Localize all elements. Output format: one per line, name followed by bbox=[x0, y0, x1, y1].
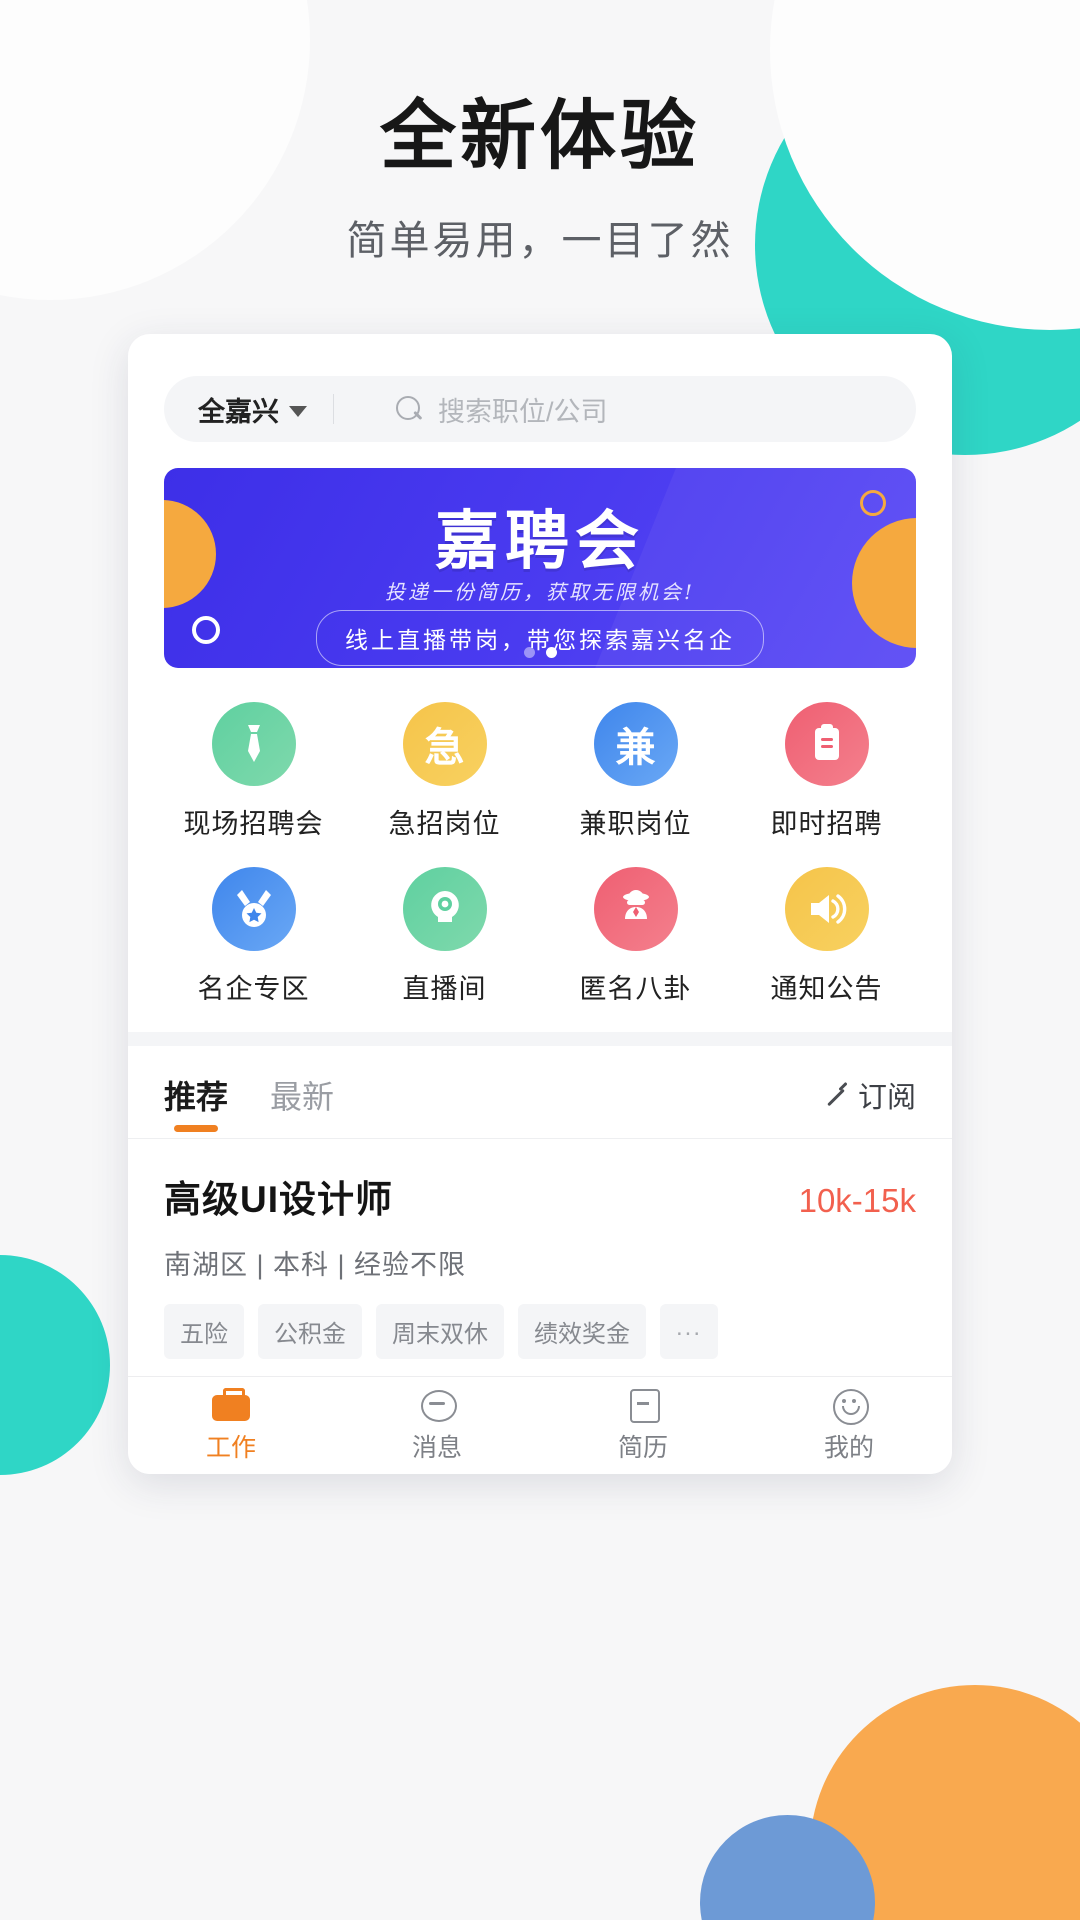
grid-item-label: 兼职岗位 bbox=[579, 809, 692, 839]
grid-item-label: 直播间 bbox=[402, 974, 487, 1004]
search-icon bbox=[396, 396, 422, 422]
page-title: 全新体验 bbox=[380, 94, 700, 179]
subscribe-label: 订阅 bbox=[857, 1082, 916, 1114]
medal-icon bbox=[211, 867, 296, 951]
nav-label: 工作 bbox=[205, 1434, 256, 1462]
nav-label: 消息 bbox=[411, 1434, 462, 1462]
job-tag: 绩效奖金 bbox=[518, 1304, 646, 1359]
grid-item-label: 名企专区 bbox=[197, 974, 310, 1004]
grid-item-parttime-jobs[interactable]: 兼 兼职岗位 bbox=[540, 702, 731, 841]
clipboard-icon bbox=[784, 702, 869, 786]
grid-item-anonymous-gossip[interactable]: 匿名八卦 bbox=[540, 867, 731, 1006]
search-bar[interactable]: 全嘉兴 搜索职位/公司 bbox=[164, 376, 916, 442]
promo-banner[interactable]: 嘉聘会 投递一份简历，获取无限机会! 线上直播带岗，带您探索嘉兴名企 bbox=[164, 468, 916, 668]
blob-teal-bottom bbox=[0, 1255, 110, 1475]
subscribe-button[interactable]: 订阅 bbox=[822, 1074, 916, 1130]
job-tags: 五险 公积金 周末双休 绩效奖金 ... bbox=[164, 1304, 916, 1359]
grid-item-instant-hiring[interactable]: 即时招聘 bbox=[731, 702, 922, 841]
pencil-icon bbox=[822, 1082, 848, 1108]
job-tag: 周末双休 bbox=[376, 1304, 504, 1359]
parttime-icon: 兼 bbox=[593, 702, 678, 786]
search-placeholder: 搜索职位/公司 bbox=[438, 396, 608, 427]
nav-label: 我的 bbox=[823, 1434, 874, 1462]
parttime-glyph: 兼 bbox=[615, 726, 656, 770]
job-salary: 10k-15k bbox=[798, 1182, 916, 1219]
grid-item-famous-companies[interactable]: 名企专区 bbox=[158, 867, 349, 1006]
banner-dot-1[interactable] bbox=[523, 647, 535, 658]
resume-icon bbox=[624, 1387, 662, 1423]
grid-item-onsite-fair[interactable]: 现场招聘会 bbox=[158, 702, 349, 841]
job-header: 高级UI设计师 10k-15k bbox=[164, 1169, 916, 1223]
search-input[interactable]: 搜索职位/公司 bbox=[334, 390, 608, 429]
nav-item-messages[interactable]: 消息 bbox=[334, 1387, 540, 1464]
nav-item-profile[interactable]: 我的 bbox=[746, 1387, 952, 1464]
banner-ring-bottomleft bbox=[192, 616, 220, 644]
promo-header: 全新体验 简单易用，一目了然 bbox=[0, 0, 1080, 266]
tab-latest[interactable]: 最新 bbox=[270, 1072, 334, 1132]
grid-item-label: 现场招聘会 bbox=[183, 809, 324, 839]
urgent-icon: 急 bbox=[402, 702, 487, 786]
nav-item-resume[interactable]: 简历 bbox=[540, 1387, 746, 1464]
grid-item-label: 急招岗位 bbox=[388, 809, 501, 839]
banner-subtitle: 投递一份简历，获取无限机会! bbox=[384, 580, 696, 604]
page-subtitle: 简单易用，一目了然 bbox=[346, 218, 734, 263]
job-tag: 五险 bbox=[164, 1304, 244, 1359]
quick-entry-grid: 现场招聘会 急 急招岗位 兼 兼职岗位 即时招聘 名企专区 直播间 匿名八卦 通… bbox=[128, 668, 952, 1032]
section-divider bbox=[128, 1032, 952, 1046]
speaker-icon bbox=[784, 867, 869, 951]
profile-icon bbox=[830, 1387, 869, 1425]
banner-dot-2[interactable] bbox=[545, 647, 557, 658]
nav-item-jobs[interactable]: 工作 bbox=[128, 1387, 334, 1464]
profile-eyes bbox=[842, 1399, 856, 1403]
nav-label: 简历 bbox=[617, 1434, 668, 1462]
app-screenshot-card: 全嘉兴 搜索职位/公司 嘉聘会 投递一份简历，获取无限机会! 线上直播带岗，带您… bbox=[128, 334, 952, 1474]
webcam-icon bbox=[402, 867, 487, 951]
grid-item-urgent-jobs[interactable]: 急 急招岗位 bbox=[349, 702, 540, 841]
message-icon bbox=[418, 1387, 457, 1422]
job-list-tabs: 推荐 最新 订阅 bbox=[128, 1046, 952, 1132]
job-tag-more[interactable]: ... bbox=[660, 1304, 719, 1359]
grid-item-label: 即时招聘 bbox=[770, 809, 883, 839]
job-meta: 南湖区 | 本科 | 经验不限 bbox=[164, 1250, 467, 1280]
job-title: 高级UI设计师 bbox=[164, 1179, 393, 1220]
grid-item-label: 通知公告 bbox=[770, 974, 883, 1004]
city-label: 全嘉兴 bbox=[198, 396, 279, 427]
briefcase-icon bbox=[212, 1387, 250, 1421]
necktie-icon bbox=[211, 702, 296, 786]
grid-item-announcements[interactable]: 通知公告 bbox=[731, 867, 922, 1006]
banner-pagination[interactable] bbox=[164, 647, 916, 658]
tab-recommended[interactable]: 推荐 bbox=[164, 1072, 228, 1132]
city-selector[interactable]: 全嘉兴 bbox=[164, 390, 333, 429]
grid-item-live-room[interactable]: 直播间 bbox=[349, 867, 540, 1006]
spy-icon bbox=[593, 867, 678, 951]
urgent-glyph: 急 bbox=[424, 726, 465, 770]
job-tag: 公积金 bbox=[258, 1304, 362, 1359]
bottom-nav: 工作 消息 简历 我的 bbox=[128, 1376, 952, 1474]
chevron-down-icon bbox=[289, 405, 307, 417]
banner-title: 嘉聘会 bbox=[435, 505, 645, 579]
grid-item-label: 匿名八卦 bbox=[579, 974, 692, 1004]
